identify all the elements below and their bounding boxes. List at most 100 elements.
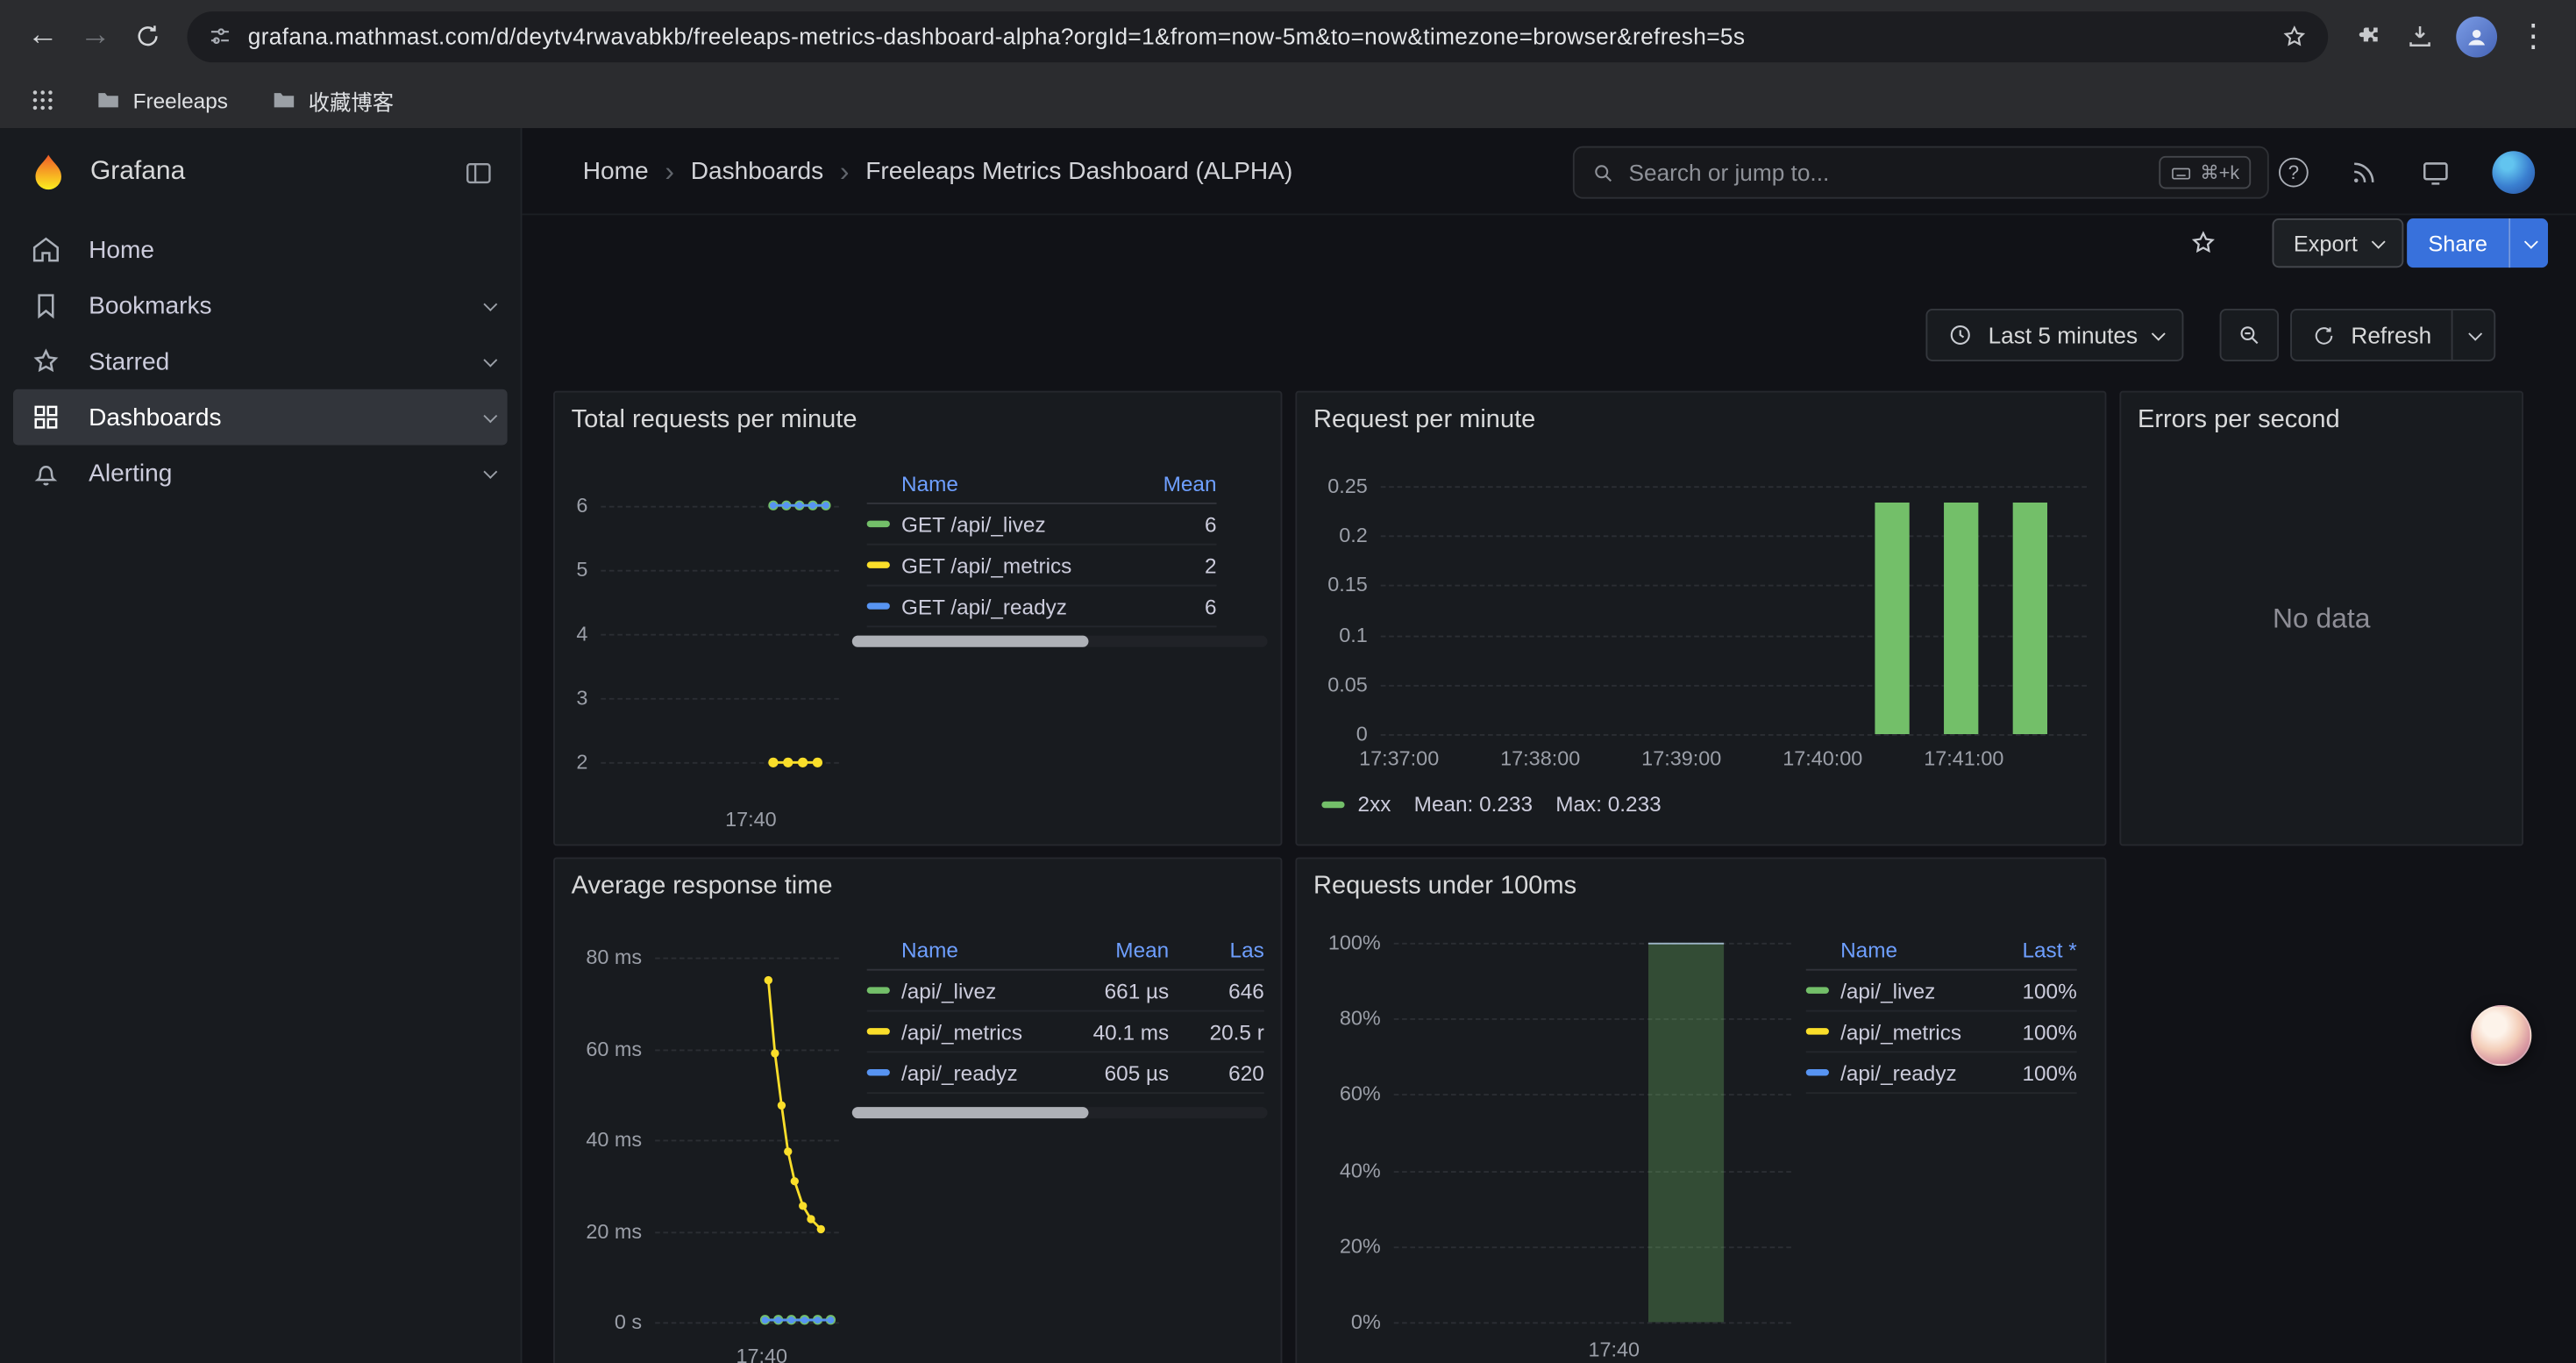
downloads-icon[interactable] [2394, 10, 2446, 62]
legend-row[interactable]: GET /api/_livez 6 [867, 504, 1217, 546]
legend-row[interactable]: /api/_metrics 100% [1806, 1011, 2077, 1053]
browser-profile-avatar[interactable] [2456, 16, 2497, 57]
legend-row[interactable]: /api/_livez 661 µs 646 [867, 971, 1264, 1012]
news-rss-icon[interactable] [2350, 158, 2380, 188]
apps-grid-icon[interactable] [23, 81, 62, 120]
bar[interactable] [2012, 503, 2046, 733]
legend-table: Name Mean Las /api/_livez 661 µs 646 /ap… [852, 931, 1268, 1094]
floating-assistant-avatar[interactable] [2471, 1005, 2531, 1066]
no-data-text: No data [2121, 393, 2522, 845]
chevron-down-icon[interactable] [483, 297, 497, 311]
legend-row[interactable]: GET /api/_readyz 6 [867, 586, 1217, 627]
bar[interactable] [1944, 503, 1978, 733]
chevron-down-icon [2523, 235, 2537, 249]
legend-inline[interactable]: 2xx Mean: 0.233 Max: 0.233 [1321, 792, 1661, 817]
series-label: GET /api/_metrics [901, 553, 1135, 577]
share-split-button: Share [2407, 218, 2548, 268]
share-label: Share [2428, 231, 2487, 255]
y-axis-tick: 5 [506, 558, 588, 581]
time-range-picker[interactable]: Last 5 minutes [1925, 309, 2183, 361]
refresh-interval-dropdown[interactable] [2451, 310, 2494, 360]
chevron-down-icon[interactable] [483, 353, 497, 368]
back-button[interactable]: ← [17, 10, 69, 62]
panel-title[interactable]: Total requests per minute [572, 406, 857, 436]
extensions-icon[interactable] [2341, 10, 2394, 62]
legend-row[interactable]: /api/_readyz 605 µs 620 [867, 1053, 1264, 1094]
legend-header: Name Mean Las [867, 931, 1264, 971]
bookmark-folder-freeleaps[interactable]: Freeleaps [85, 82, 238, 118]
sidebar-item-alerting[interactable]: Alerting [0, 445, 521, 501]
legend-scrollbar[interactable] [852, 1107, 1268, 1118]
search-input[interactable] [1629, 160, 2160, 186]
chart-plot-area[interactable] [1394, 943, 1791, 1323]
legend-header-last[interactable]: Last * [1978, 938, 2076, 962]
legend-header-last[interactable]: Las [1185, 938, 1264, 962]
url-bar[interactable]: grafana.mathmast.com/d/deytv4rwavabkb/fr… [187, 11, 2328, 61]
chevron-down-icon[interactable] [483, 409, 497, 423]
chart-plot-area[interactable] [1381, 486, 2087, 734]
legend-row[interactable]: /api/_metrics 40.1 ms 20.5 r [867, 1011, 1264, 1053]
home-icon [30, 233, 62, 266]
x-axis-tick: 17:41:00 [1890, 747, 2039, 770]
help-icon[interactable]: ? [2279, 158, 2309, 188]
share-dropdown-button[interactable] [2508, 218, 2548, 268]
panel-title[interactable]: Requests under 100ms [1313, 872, 1576, 902]
legend-header-mean[interactable]: Mean [1071, 938, 1169, 962]
reload-button[interactable] [122, 10, 174, 62]
url-text[interactable]: grafana.mathmast.com/d/deytv4rwavabkb/fr… [248, 23, 2281, 49]
legend-table: Name Mean GET /api/_livez 6 GET /api/_me… [852, 465, 1268, 627]
legend-row[interactable]: GET /api/_metrics 2 [867, 546, 1217, 587]
sidebar-item-bookmarks[interactable]: Bookmarks [0, 277, 521, 333]
bar[interactable] [1648, 943, 1724, 1323]
chart-plot-area[interactable] [601, 486, 839, 781]
zoom-out-button[interactable] [2220, 309, 2279, 361]
panel-title[interactable]: Request per minute [1313, 406, 1535, 436]
share-button[interactable]: Share [2407, 218, 2508, 268]
breadcrumb-dashboards[interactable]: Dashboards [691, 158, 823, 186]
favorite-dashboard-button[interactable] [2179, 220, 2228, 266]
refresh-split-button: Refresh [2290, 309, 2495, 361]
sidebar-item-label: Dashboards [89, 403, 221, 432]
sidebar-header: Grafana [0, 128, 521, 217]
bookmark-folder-blogs[interactable]: 收藏博客 [260, 80, 403, 121]
export-button[interactable]: Export [2273, 218, 2404, 268]
search-bar[interactable]: ⌘+k [1573, 146, 2269, 199]
legend-header-name[interactable]: Name [1840, 938, 1978, 962]
chart-plot-area[interactable] [655, 946, 839, 1332]
legend-scrollbar[interactable] [852, 636, 1268, 647]
brand-title[interactable]: Grafana [90, 158, 463, 188]
chevron-down-icon[interactable] [483, 465, 497, 479]
refresh-label: Refresh [2351, 322, 2431, 348]
x-axis-tick: 17:40:00 [1749, 747, 1897, 770]
grafana-profile-avatar[interactable] [2492, 151, 2535, 194]
y-axis-tick: 60% [1299, 1083, 1381, 1106]
legend-row[interactable]: /api/_readyz 100% [1806, 1053, 2077, 1094]
legend-row[interactable]: /api/_livez 100% [1806, 971, 2077, 1012]
scrollbar-thumb[interactable] [852, 636, 1089, 647]
sidebar-item-starred[interactable]: Starred [0, 333, 521, 389]
forward-button[interactable]: → [69, 10, 122, 62]
legend-header-mean[interactable]: Mean [1135, 471, 1217, 496]
monitor-kiosk-icon[interactable] [2420, 157, 2451, 189]
legend-header-name[interactable]: Name [901, 471, 1135, 496]
panel-title[interactable]: Average response time [572, 872, 833, 902]
sidebar-item-home[interactable]: Home [0, 222, 521, 278]
y-axis-tick: 0.05 [1285, 673, 1368, 696]
sidebar-item-dashboards[interactable]: Dashboards [13, 389, 508, 446]
x-axis-tick: 17:40 [677, 808, 825, 831]
bookmark-star-icon[interactable] [2281, 22, 2309, 50]
legend-header-name[interactable]: Name [901, 938, 1071, 962]
header-icons: ? [2279, 146, 2535, 199]
site-settings-icon[interactable] [207, 23, 233, 49]
scrollbar-thumb[interactable] [852, 1107, 1089, 1118]
collapse-sidebar-icon[interactable] [463, 157, 495, 189]
series-swatch [867, 987, 890, 993]
breadcrumb-home[interactable]: Home [583, 158, 649, 186]
sidebar-nav: Home Bookmarks Starred Dashboards Alerti… [0, 222, 521, 501]
grafana-logo-icon[interactable] [26, 150, 71, 195]
panel-errors-per-second: Errors per second No data [2119, 391, 2523, 846]
refresh-button[interactable]: Refresh [2292, 310, 2451, 360]
bar[interactable] [1875, 503, 1909, 733]
browser-menu-icon[interactable]: ⋮ [2507, 10, 2559, 62]
y-axis-tick: 0.15 [1285, 574, 1368, 596]
